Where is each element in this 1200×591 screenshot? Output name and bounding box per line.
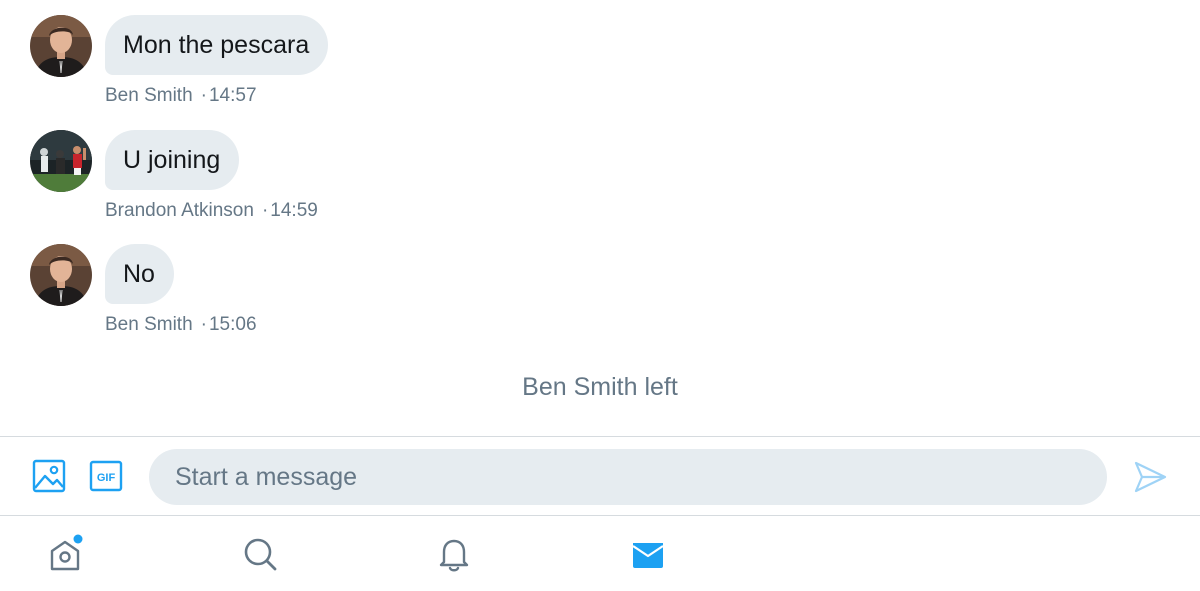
sender-name: Ben Smith xyxy=(105,85,193,106)
participant-left-notice: Ben Smith left xyxy=(522,373,678,401)
meta-separator: · xyxy=(261,200,269,221)
message-bubble[interactable]: No xyxy=(105,244,174,304)
image-icon xyxy=(32,459,66,493)
ben-smith-avatar[interactable] xyxy=(30,15,92,77)
send-button[interactable] xyxy=(1132,459,1168,495)
add-gif-button[interactable]: GIF xyxy=(89,459,123,493)
bottom-tab-bar xyxy=(0,516,1200,591)
tab-notifications[interactable] xyxy=(434,534,474,574)
message-meta: Ben Smith · 15:06 xyxy=(105,314,257,336)
sender-name: Ben Smith xyxy=(105,314,193,335)
message-meta: Ben Smith · 14:57 xyxy=(105,85,257,107)
gif-label: GIF xyxy=(97,472,116,484)
home-icon xyxy=(50,534,83,571)
notification-dot xyxy=(73,534,83,544)
meta-separator: · xyxy=(200,85,207,106)
tab-search[interactable] xyxy=(240,534,280,574)
tab-home[interactable] xyxy=(45,534,85,574)
message-bubble[interactable]: Mon the pescara xyxy=(105,15,329,75)
sender-name: Brandon Atkinson xyxy=(105,200,254,221)
message-timestamp: 14:59 xyxy=(270,200,318,221)
ben-smith-avatar[interactable] xyxy=(30,244,92,306)
message-meta: Brandon Atkinson · 14:59 xyxy=(105,200,318,222)
brandon-atkinson-avatar[interactable] xyxy=(30,130,92,192)
message-list[interactable]: Mon the pescara Ben Smith · 14:57 U join… xyxy=(0,0,1200,436)
message-timestamp: 15:06 xyxy=(208,314,257,335)
message-timestamp: 14:57 xyxy=(208,85,257,106)
message-input[interactable] xyxy=(149,449,1107,505)
message-bubble[interactable]: U joining xyxy=(105,130,240,190)
mail-icon xyxy=(632,543,664,568)
tab-messages[interactable] xyxy=(628,534,668,574)
meta-separator: · xyxy=(200,314,207,335)
search-icon xyxy=(244,538,277,571)
send-icon xyxy=(1134,461,1167,493)
bell-icon xyxy=(439,539,469,572)
dm-conversation-screen: Mon the pescara Ben Smith · 14:57 U join… xyxy=(0,0,1200,591)
message-composer: GIF xyxy=(0,436,1200,516)
add-image-button[interactable] xyxy=(32,459,66,493)
gif-icon: GIF xyxy=(89,460,123,492)
